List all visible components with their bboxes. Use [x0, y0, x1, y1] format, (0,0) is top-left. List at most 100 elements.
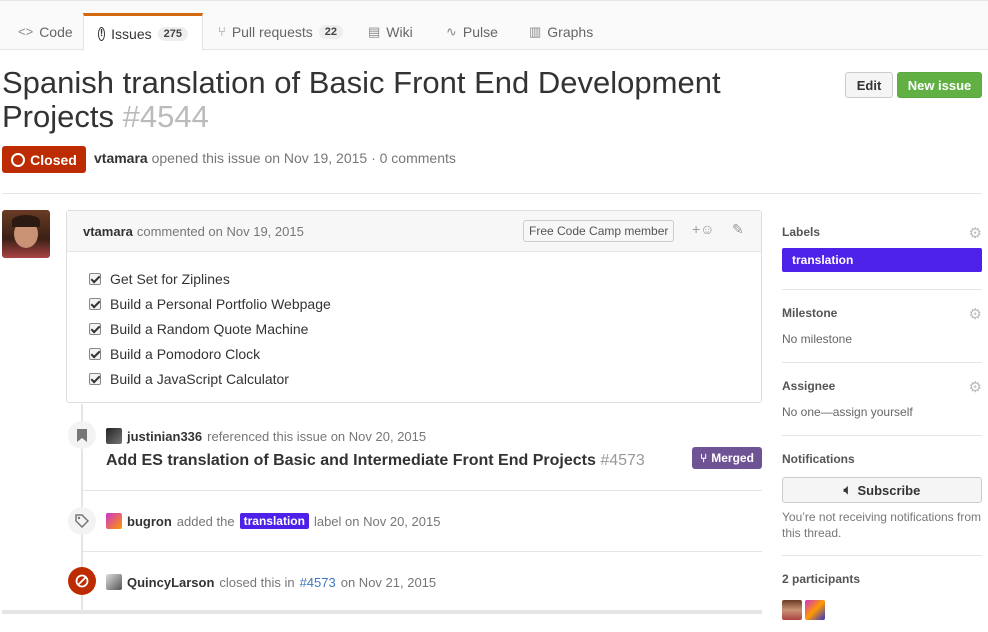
tab-label: Issues [111, 25, 152, 42]
avatar[interactable] [2, 210, 50, 258]
subscribe-button[interactable]: 🔈︎ Subscribe [782, 477, 982, 503]
sidebar-assignee: Assignee ⚙ No one—assign yourself [782, 379, 982, 419]
divider [2, 610, 762, 614]
avatar[interactable] [782, 600, 802, 620]
comment: vtamara commented on Nov 19, 2015 Free C… [66, 210, 762, 403]
event-text: label on Nov 20, 2015 [313, 513, 441, 529]
task-label: Build a Personal Portfolio Webpage [110, 295, 331, 312]
tab-label: Pulse [462, 23, 498, 40]
task-item: Build a Personal Portfolio Webpage [89, 291, 761, 316]
tab-issues[interactable]: ! Issues 275 [83, 13, 203, 51]
sidebar-heading: Assignee [782, 379, 836, 393]
pencil-icon[interactable]: ✎ [732, 221, 744, 238]
tab-label: Pull requests [231, 23, 313, 40]
new-issue-button[interactable]: New issue [897, 72, 982, 98]
tag-icon [68, 507, 96, 535]
issue-icon: ! [98, 26, 106, 41]
event-text: added the [176, 513, 235, 529]
checkbox[interactable] [89, 372, 101, 385]
divider [2, 193, 982, 194]
checkbox[interactable] [89, 297, 101, 310]
comment-header: vtamara commented on Nov 19, 2015 Free C… [67, 211, 761, 252]
issue-number: #4544 [122, 99, 209, 134]
merged-badge: ⑂ Merged [692, 447, 762, 469]
pr-title: Add ES translation of Basic and Intermed… [106, 452, 596, 469]
event-text: on Nov 21, 2015 [340, 574, 437, 590]
sidebar-notifications: Notifications 🔈︎ Subscribe You’re not re… [782, 452, 982, 541]
status-badge: Closed [2, 146, 86, 173]
checkbox[interactable] [89, 272, 101, 285]
assign-yourself-link[interactable]: No one—assign yourself [782, 405, 982, 419]
task-list: Get Set for Ziplines Build a Personal Po… [67, 252, 761, 391]
sidebar-heading: Labels [782, 225, 821, 239]
sidebar-heading: Milestone [782, 306, 838, 320]
avatar-hair [12, 215, 40, 227]
merged-label: Merged [711, 451, 754, 465]
notification-note: You’re not receiving notifications from … [782, 510, 981, 540]
label-badge[interactable]: translation [239, 513, 309, 529]
task-item: Build a Random Quote Machine [89, 316, 761, 341]
checkbox[interactable] [89, 322, 101, 335]
opened-text: opened this issue on Nov 19, 2015 · 0 co… [151, 150, 456, 166]
tab-code[interactable]: <> Code [4, 13, 87, 50]
label-event: bugron added the translation label on No… [106, 513, 440, 529]
issue-title-text: Spanish translation of Basic Front End D… [2, 65, 721, 134]
tab-wiki[interactable]: ▤ Wiki [354, 13, 427, 50]
author-link[interactable]: vtamara [94, 150, 148, 166]
repo-nav: <> Code ! Issues 275 ⑂ Pull requests 22 … [0, 0, 988, 51]
event-user[interactable]: QuincyLarson [127, 575, 214, 590]
sidebar-heading: Notifications [782, 452, 855, 466]
avatar[interactable] [805, 600, 825, 620]
task-label: Build a Pomodoro Clock [110, 345, 261, 362]
checkbox[interactable] [89, 347, 101, 360]
tab-graphs[interactable]: ▥ Graphs [515, 13, 607, 50]
event-text: referenced this issue on Nov 20, 2015 [207, 428, 427, 444]
tab-pulse[interactable]: ∿ Pulse [432, 13, 512, 50]
task-item: Build a Pomodoro Clock [89, 341, 761, 366]
pr-number: #4573 [600, 452, 645, 469]
code-icon: <> [18, 24, 34, 39]
subscribe-label: Subscribe [857, 482, 921, 498]
pr-ref-link[interactable]: #4573 [300, 575, 336, 590]
divider [82, 551, 762, 552]
comment-author[interactable]: vtamara [83, 224, 133, 239]
tab-pull-requests[interactable]: ⑂ Pull requests 22 [204, 13, 357, 50]
tab-label: Wiki [386, 23, 413, 40]
issue-closed-icon [11, 152, 26, 167]
divider [782, 555, 982, 556]
task-label: Build a Random Quote Machine [110, 320, 309, 337]
closed-event: QuincyLarson closed this in #4573 on Nov… [106, 574, 436, 590]
task-item: Get Set for Ziplines [89, 266, 761, 291]
tab-label: Code [39, 23, 73, 40]
label-translation[interactable]: translation [782, 248, 982, 272]
avatar[interactable] [106, 513, 122, 529]
pr-title-link[interactable]: Add ES translation of Basic and Intermed… [106, 452, 645, 470]
issues-counter: 275 [157, 26, 188, 41]
tab-label: Graphs [547, 23, 594, 40]
task-label: Build a JavaScript Calculator [110, 370, 289, 387]
event-text: closed this in [219, 574, 295, 590]
task-label: Get Set for Ziplines [110, 270, 230, 287]
task-item: Build a JavaScript Calculator [89, 366, 761, 391]
sidebar-participants: 2 participants [782, 572, 982, 620]
gear-icon[interactable]: ⚙ [969, 378, 982, 396]
bookmark-icon [68, 421, 96, 449]
gear-icon[interactable]: ⚙ [969, 224, 982, 242]
comment-date[interactable]: commented on Nov 19, 2015 [137, 224, 304, 239]
avatar[interactable] [106, 428, 122, 444]
milestone-value: No milestone [782, 332, 853, 346]
add-reaction-icon[interactable]: +☺ [692, 221, 714, 237]
pulse-icon: ∿ [446, 23, 457, 39]
book-icon: ▤ [368, 23, 381, 39]
reference-event: justinian336 referenced this issue on No… [106, 428, 426, 444]
edit-button[interactable]: Edit [845, 72, 893, 98]
event-user[interactable]: justinian336 [127, 429, 202, 444]
sidebar-heading: 2 participants [782, 572, 861, 586]
event-user[interactable]: bugron [127, 514, 172, 529]
gear-icon[interactable]: ⚙ [969, 305, 982, 323]
circle-slash-icon [68, 567, 96, 595]
state-label: Closed [30, 151, 77, 168]
avatar[interactable] [106, 574, 122, 590]
merge-icon: ⑂ [700, 451, 708, 465]
divider [782, 289, 982, 290]
